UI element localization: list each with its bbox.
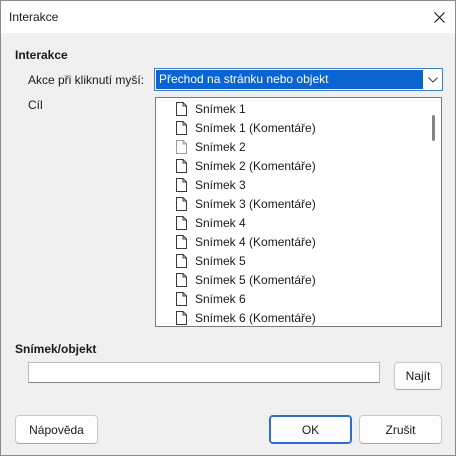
document-icon bbox=[176, 158, 187, 173]
document-icon bbox=[176, 215, 187, 230]
target-list[interactable]: Snímek 1 Snímek 1 (Komentáře) Snímek 2 Sním… bbox=[155, 97, 442, 327]
target-label: Cíl bbox=[28, 98, 43, 112]
target-list-items: Snímek 1 Snímek 1 (Komentáře) Snímek 2 Sním… bbox=[156, 98, 427, 326]
document-icon bbox=[176, 101, 187, 116]
list-item[interactable]: Snímek 6 bbox=[176, 289, 246, 308]
document-icon bbox=[176, 196, 187, 211]
chevron-down-icon[interactable] bbox=[424, 70, 442, 89]
list-item-label: Snímek 5 (Komentáře) bbox=[195, 272, 316, 287]
document-icon bbox=[176, 272, 187, 287]
document-icon bbox=[176, 177, 187, 192]
list-item[interactable]: Snímek 2 (Komentáře) bbox=[176, 156, 316, 175]
list-item[interactable]: Snímek 4 (Komentáře) bbox=[176, 232, 316, 251]
list-item[interactable]: Snímek 1 bbox=[176, 99, 246, 118]
document-icon bbox=[176, 291, 187, 306]
list-item[interactable]: Snímek 4 bbox=[176, 213, 246, 232]
list-item[interactable]: Snímek 3 bbox=[176, 175, 246, 194]
interaction-dialog: Interakce Interakce Akce při kliknutí my… bbox=[0, 0, 456, 456]
window-title: Interakce bbox=[9, 10, 59, 24]
list-item-label: Snímek 3 (Komentáře) bbox=[195, 196, 316, 211]
action-select-value: Přechod na stránku nebo objekt bbox=[156, 70, 423, 89]
find-button[interactable]: Najít bbox=[394, 362, 442, 390]
document-icon bbox=[176, 253, 187, 268]
interaction-section-label: Interakce bbox=[15, 48, 68, 62]
scrollbar-thumb[interactable] bbox=[432, 115, 435, 141]
list-item[interactable]: Snímek 5 bbox=[176, 251, 246, 270]
list-item-label: Snímek 3 bbox=[195, 177, 246, 192]
document-icon bbox=[176, 120, 187, 135]
help-button[interactable]: Nápověda bbox=[15, 415, 98, 444]
slide-object-section-label: Snímek/objekt bbox=[15, 342, 97, 356]
title-bar: Interakce bbox=[1, 1, 455, 33]
document-icon bbox=[176, 139, 187, 154]
action-select[interactable]: Přechod na stránku nebo objekt bbox=[154, 68, 443, 91]
target-list-scrollbar[interactable] bbox=[427, 98, 441, 326]
list-item-label: Snímek 2 bbox=[195, 139, 246, 154]
list-item-label: Snímek 1 bbox=[195, 101, 246, 116]
ok-button[interactable]: OK bbox=[269, 415, 352, 444]
list-item-label: Snímek 6 (Komentáře) bbox=[195, 310, 316, 325]
list-item[interactable]: Snímek 6 (Komentáře) bbox=[176, 308, 316, 326]
list-item[interactable]: Snímek 1 (Komentáře) bbox=[176, 118, 316, 137]
list-item[interactable]: Snímek 5 (Komentáře) bbox=[176, 270, 316, 289]
list-item[interactable]: Snímek 3 (Komentáře) bbox=[176, 194, 316, 213]
slide-object-input[interactable] bbox=[28, 362, 380, 383]
list-item-label: Snímek 1 (Komentáře) bbox=[195, 120, 316, 135]
close-icon bbox=[433, 11, 445, 23]
list-item-label: Snímek 4 bbox=[195, 215, 246, 230]
list-item[interactable]: Snímek 2 bbox=[176, 137, 246, 156]
cancel-button[interactable]: Zrušit bbox=[359, 415, 442, 444]
action-label: Akce při kliknutí myší: bbox=[28, 73, 145, 87]
list-item-label: Snímek 4 (Komentáře) bbox=[195, 234, 316, 249]
list-item-label: Snímek 6 bbox=[195, 291, 246, 306]
close-button[interactable] bbox=[423, 1, 455, 33]
document-icon bbox=[176, 310, 187, 325]
list-item-label: Snímek 5 bbox=[195, 253, 246, 268]
document-icon bbox=[176, 234, 187, 249]
list-item-label: Snímek 2 (Komentáře) bbox=[195, 158, 316, 173]
